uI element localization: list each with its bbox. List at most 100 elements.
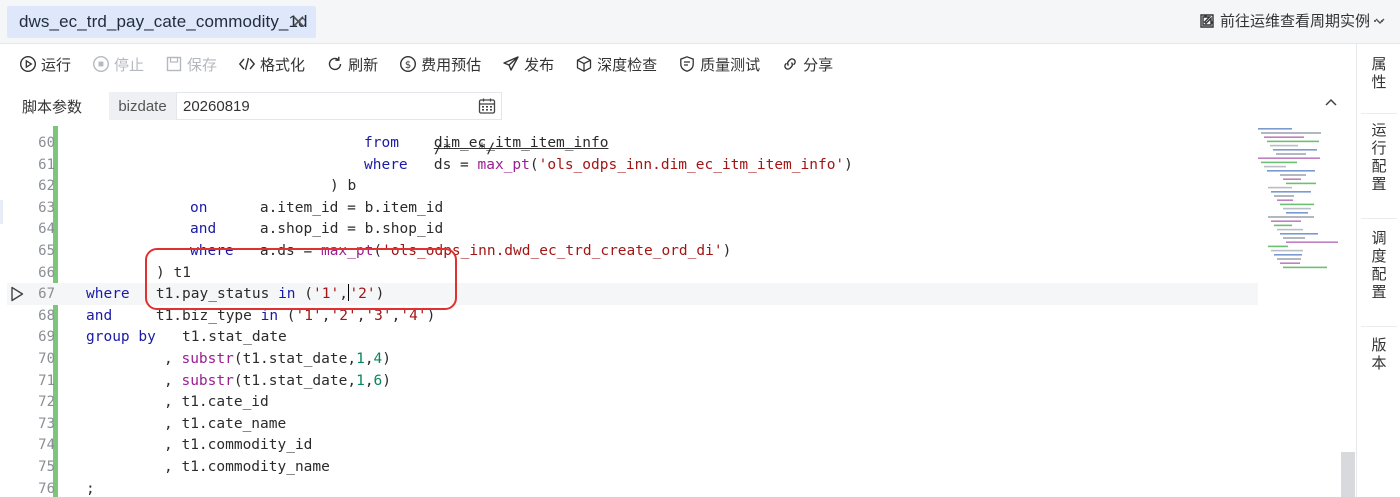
line-number: 70: [38, 351, 55, 367]
ops-instance-link[interactable]: 前往运维查看周期实例: [1198, 10, 1386, 31]
side-tab-char: 行: [1371, 140, 1387, 157]
code-line: 75 , t1.commodity_name: [7, 456, 1356, 478]
side-tab-char: 版: [1371, 337, 1387, 354]
code-text: , t1.commodity_id: [164, 434, 312, 456]
code-text: , substr(t1.stat_date,1,4): [164, 348, 391, 370]
calendar-icon[interactable]: [478, 97, 496, 115]
tab-active-file[interactable]: dws_ec_trd_pay_cate_commodity_1d ✕: [7, 6, 316, 38]
side-tab-1[interactable]: 运行配置: [1357, 122, 1400, 194]
code-line: 69 group by t1.stat_date: [7, 326, 1356, 348]
code-editor[interactable]: /* */ 60 from dim_ec_itm_item_info 61 where…: [7, 126, 1356, 497]
minimap-line: [1268, 216, 1314, 218]
minimap-line: [1286, 212, 1308, 214]
line-number: 74: [38, 437, 55, 454]
code-text: ) t1: [156, 262, 191, 284]
ops-link-label: 前往运维查看周期实例: [1219, 13, 1370, 30]
code-line: 66) t1: [7, 262, 1356, 284]
param-value: 20260819: [183, 97, 250, 115]
minimap-line: [1264, 136, 1304, 138]
side-tab-3[interactable]: 版本: [1357, 337, 1400, 373]
code-token: , t1.commodity_id: [164, 437, 313, 454]
minimap-line: [1277, 228, 1303, 231]
code-token: 4: [373, 351, 383, 367]
code-line: 73 , t1.cate_name: [7, 413, 1356, 435]
code-token: , t1.commodity_name: [164, 459, 330, 475]
toolbar-button-label: 发布: [524, 56, 555, 74]
toolbar-button-label: 深度检查: [597, 56, 658, 74]
code-token: ,: [164, 351, 182, 367]
minimap-line: [1277, 199, 1293, 201]
switch-icon: [1198, 12, 1216, 30]
line-number: 61: [38, 156, 55, 173]
minimap-line: [1261, 132, 1321, 134]
minimap-line: [1283, 178, 1301, 180]
code-text: where ds = max_pt('ols_odps_inn.dim_ec_i…: [364, 154, 853, 176]
toolbar-button-7[interactable]: 深度检查: [575, 54, 657, 75]
toolbar-button-1[interactable]: 停止: [92, 54, 144, 75]
code-token: max_pt: [477, 156, 530, 173]
toolbar: 运行 停止 保存 格式化 刷新 $ 费用预估 发布 深度检查 质量测试 分享: [7, 44, 1356, 84]
code-text: where a.ds = max_pt('ols_odps_inn.dwd_ec…: [190, 240, 731, 262]
scrollbar-track[interactable]: [1340, 126, 1356, 497]
shield-icon: [678, 55, 696, 73]
side-tab-char: 配: [1371, 158, 1387, 175]
minimap-line: [1280, 262, 1300, 264]
code-token: a.item_id = b.item_id: [207, 199, 444, 216]
line-number: 62: [38, 178, 55, 195]
stop-circle-icon: [92, 55, 110, 73]
code-token: ): [426, 307, 436, 324]
line-number: 71: [38, 372, 55, 389]
code-token: t1.stat_date: [155, 329, 287, 346]
code-line: 64 and a.shop_id = b.shop_id: [7, 218, 1356, 240]
code-token: dim_ec_itm_item_info: [433, 135, 609, 151]
line-number: 64: [38, 221, 55, 238]
chevron-up-icon[interactable]: [1324, 96, 1338, 110]
code-token: and: [86, 307, 113, 324]
toolbar-button-4[interactable]: 刷新: [326, 54, 378, 75]
side-tab-char: 本: [1371, 355, 1387, 372]
toolbar-button-9[interactable]: 分享: [781, 54, 833, 75]
play-circle-icon: [19, 55, 37, 73]
code-line: 72 , t1.cate_id: [7, 391, 1356, 413]
code-token: in: [260, 307, 279, 324]
toolbar-button-6[interactable]: 发布: [502, 54, 554, 75]
code-text: , t1.commodity_name: [164, 456, 330, 478]
code-text: and t1.biz_type in ('1','2','3','4'): [86, 305, 435, 327]
code-token: ): [375, 286, 385, 303]
side-tab-char: 调: [1371, 230, 1387, 247]
minimap-line: [1268, 245, 1288, 248]
code-token: on: [190, 199, 208, 216]
minimap-line: [1264, 165, 1286, 168]
side-tab-2[interactable]: 调度配置: [1357, 230, 1400, 302]
code-line: 74 , t1.commodity_id: [7, 434, 1356, 456]
code-token: substr: [181, 351, 234, 367]
code-token: where: [86, 286, 130, 303]
toolbar-button-8[interactable]: 质量测试: [678, 54, 760, 75]
cube-icon: [575, 55, 593, 73]
code-token: t1.biz_type: [112, 307, 261, 324]
link-icon: [781, 55, 799, 73]
toolbar-button-3[interactable]: 格式化: [238, 54, 305, 75]
scrollbar-thumb[interactable]: [1341, 452, 1355, 497]
code-token: 6: [373, 372, 383, 389]
side-tab-0[interactable]: 属性: [1357, 56, 1400, 92]
code-line: 76;: [7, 478, 1356, 497]
line-number: 60: [38, 135, 55, 151]
code-token: ): [722, 243, 732, 259]
side-tab-char: 置: [1371, 284, 1387, 301]
toolbar-button-5[interactable]: $ 费用预估: [399, 54, 481, 75]
minimap-line: [1267, 140, 1319, 143]
side-tab-char: 性: [1371, 74, 1387, 91]
toolbar-button-2[interactable]: 保存: [165, 54, 217, 75]
send-icon: [502, 55, 520, 73]
code-token: a.shop_id = b.shop_id: [216, 221, 444, 238]
param-value-field[interactable]: 20260819: [176, 92, 502, 120]
close-icon[interactable]: ✕: [291, 12, 306, 32]
toolbar-button-0[interactable]: 运行: [19, 54, 71, 75]
code-minimap[interactable]: [1258, 126, 1344, 276]
code-token: (: [295, 286, 313, 303]
code-token: '2': [330, 307, 357, 324]
line-number: 67: [38, 286, 55, 303]
code-token: '1': [313, 286, 340, 303]
left-edge-indicator: [0, 200, 3, 224]
